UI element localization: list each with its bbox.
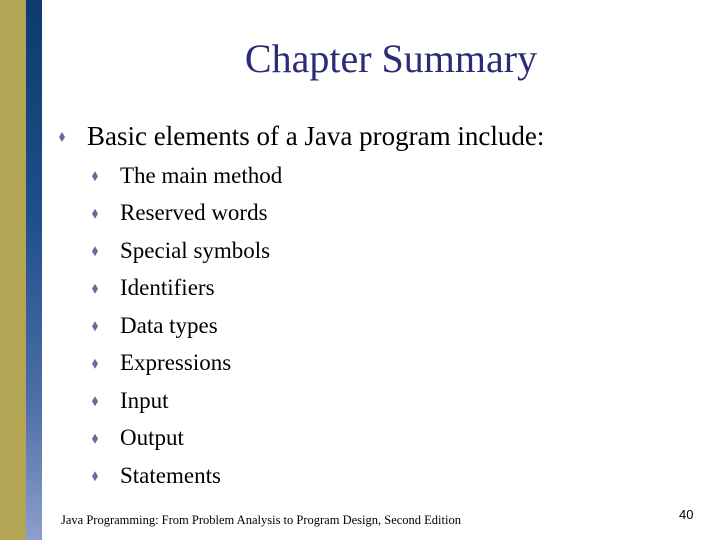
- left-blue-gradient-bar: [26, 0, 42, 540]
- diamond-bullet-icon: [92, 471, 98, 482]
- diamond-bullet-icon: [92, 433, 98, 444]
- diamond-bullet-icon: [92, 283, 98, 294]
- diamond-bullet-icon: [92, 396, 98, 407]
- sub-bullet-text: Special symbols: [120, 237, 271, 263]
- sub-bullet-text: Identifiers: [120, 275, 215, 301]
- diamond-bullet-icon: [92, 358, 98, 369]
- sub-bullet-item: Statements: [92, 457, 282, 495]
- sub-bullet-item: Data types: [92, 307, 282, 345]
- diamond-bullet-icon: [92, 208, 98, 219]
- main-bullet-text: Basic elements of a Java program include…: [87, 121, 545, 151]
- sub-bullet-text: Output: [120, 425, 184, 451]
- sub-bullet-item: Reserved words: [92, 195, 282, 233]
- diamond-bullet-icon: [59, 132, 65, 142]
- page-number: 40: [679, 507, 694, 522]
- left-gold-bar: [0, 0, 26, 540]
- sub-bullet-item: The main method: [92, 157, 282, 195]
- slide-title: Chapter Summary: [244, 36, 538, 81]
- sub-bullet-list: The main method Reserved words Special s…: [92, 157, 282, 495]
- sub-bullet-item: Special symbols: [92, 232, 282, 270]
- sub-bullet-text: Input: [120, 387, 169, 413]
- diamond-bullet-icon: [92, 321, 98, 332]
- diamond-bullet-icon: [92, 246, 98, 257]
- sub-bullet-text: Reserved words: [120, 200, 268, 226]
- sub-bullet-item: Output: [92, 420, 282, 458]
- sub-bullet-text: The main method: [120, 162, 283, 188]
- diamond-bullet-icon: [92, 171, 98, 182]
- footer-book-title: Java Programming: From Problem Analysis …: [61, 513, 461, 527]
- sub-bullet-text: Data types: [120, 312, 218, 338]
- sub-bullet-item: Identifiers: [92, 270, 282, 308]
- main-bullet-item: Basic elements of a Java program include…: [59, 118, 544, 154]
- sub-bullet-item: Input: [92, 382, 282, 420]
- sub-bullet-text: Statements: [120, 462, 221, 488]
- sub-bullet-text: Expressions: [120, 350, 232, 376]
- sub-bullet-item: Expressions: [92, 345, 282, 383]
- slide: Chapter Summary Basic elements of a Java…: [0, 0, 720, 540]
